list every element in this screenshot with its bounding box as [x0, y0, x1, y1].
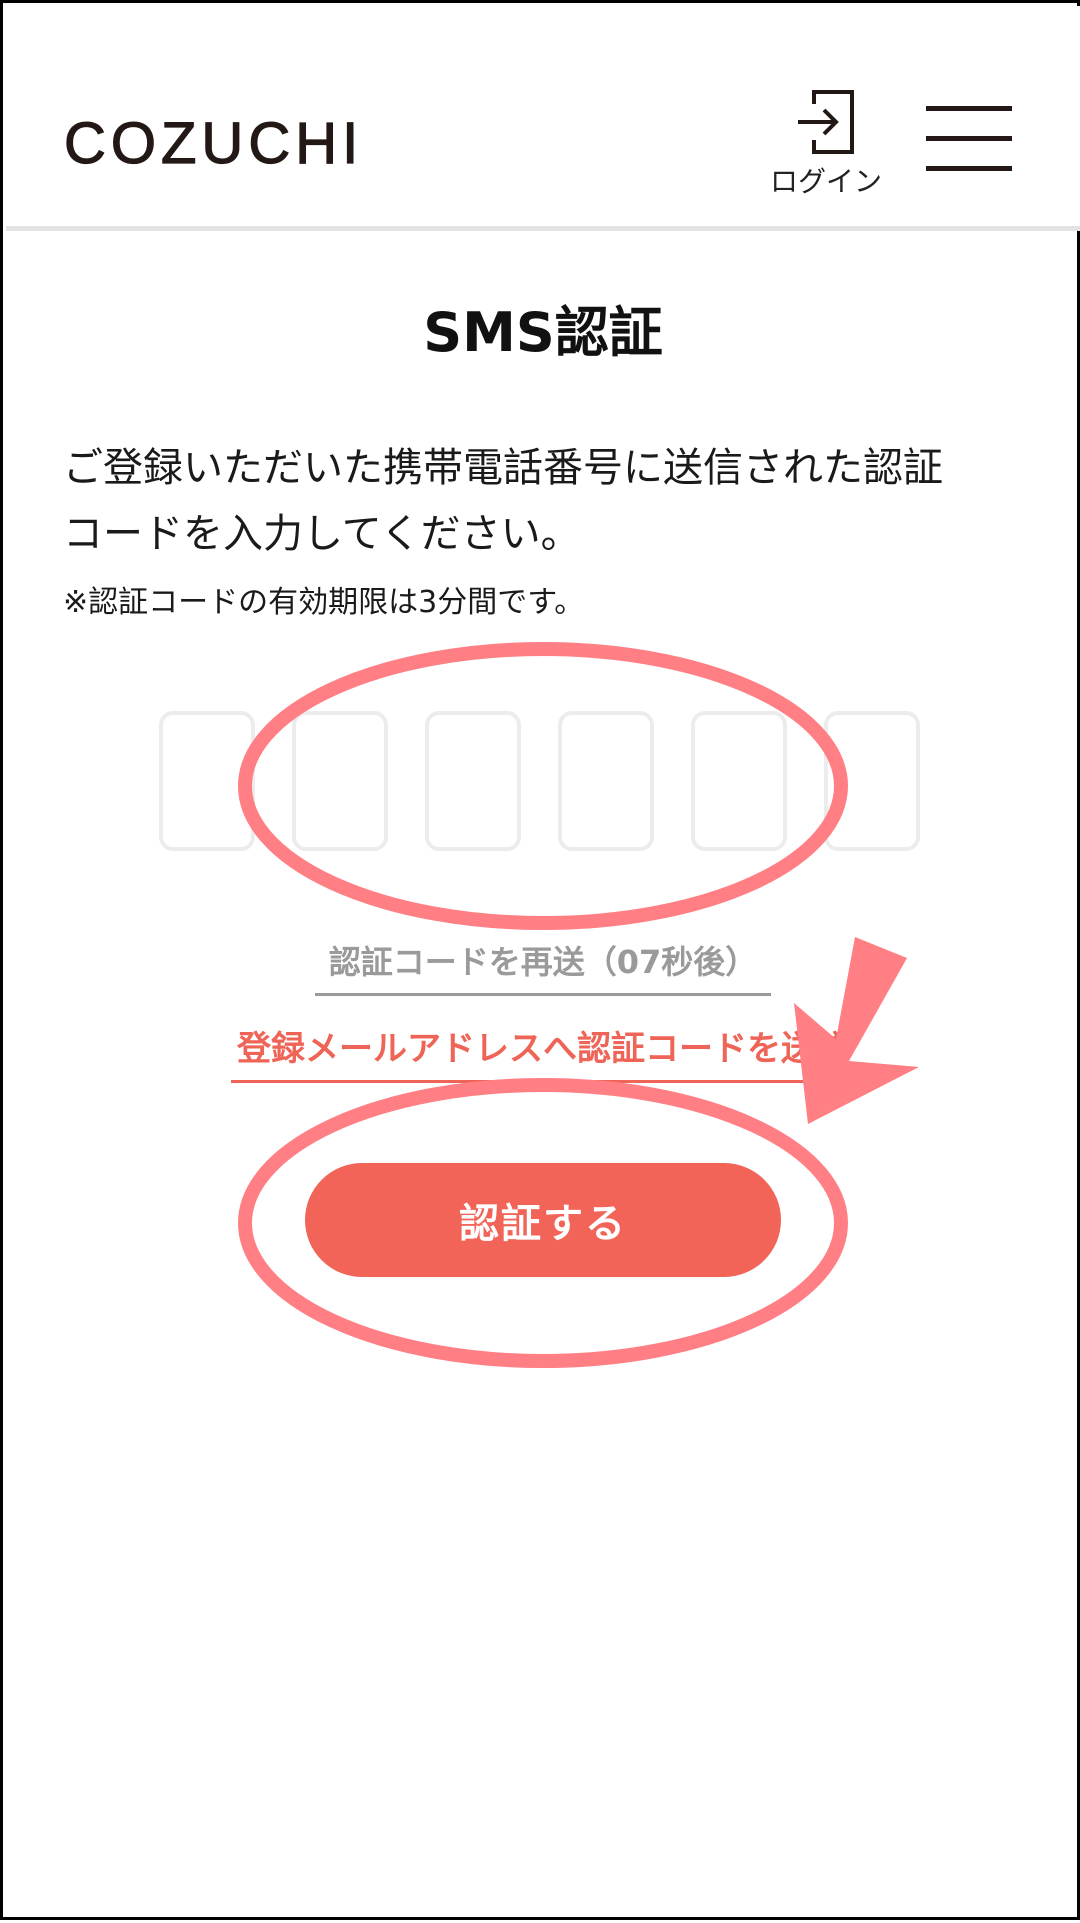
site-header: COZUCHI ログイン [6, 6, 1080, 231]
code-digit-field[interactable] [558, 711, 654, 851]
menu-bar [926, 166, 1012, 171]
instruction-text: ご登録いただいた携帯電話番号に送信された認証 コードを入力してください。 [63, 435, 1023, 567]
expiry-note: ※認証コードの有効期限は3分間です。 [63, 585, 585, 620]
verify-button[interactable]: 認証する [305, 1163, 781, 1277]
code-digit-field[interactable] [691, 711, 787, 851]
menu-bar [926, 106, 1012, 111]
resend-code-link[interactable]: 認証コードを再送（07秒後） [315, 937, 771, 996]
menu-bar [926, 136, 1012, 141]
login-label: ログイン [769, 165, 882, 198]
hamburger-menu-icon[interactable] [926, 106, 1014, 176]
instruction-line-2: コードを入力してください。 [63, 511, 581, 557]
phone-frame: COZUCHI ログイン SMS認証 ご登録いただいた携帯電話番号に送信された認… [0, 0, 1080, 1920]
page-title: SMS認証 [423, 301, 663, 364]
login-button[interactable]: ログイン [756, 84, 896, 204]
instruction-line-1: ご登録いただいた携帯電話番号に送信された認証 [63, 445, 943, 491]
login-icon [798, 90, 854, 154]
send-code-to-email-link[interactable]: 登録メールアドレスへ認証コードを送信 [231, 1021, 855, 1083]
code-digit-field[interactable] [425, 711, 521, 851]
code-digit-field[interactable] [159, 711, 255, 851]
cozuchi-logo[interactable]: COZUCHI [63, 110, 363, 177]
code-digit-field[interactable] [824, 711, 920, 851]
verification-code-input [159, 711, 929, 856]
code-digit-field[interactable] [292, 711, 388, 851]
